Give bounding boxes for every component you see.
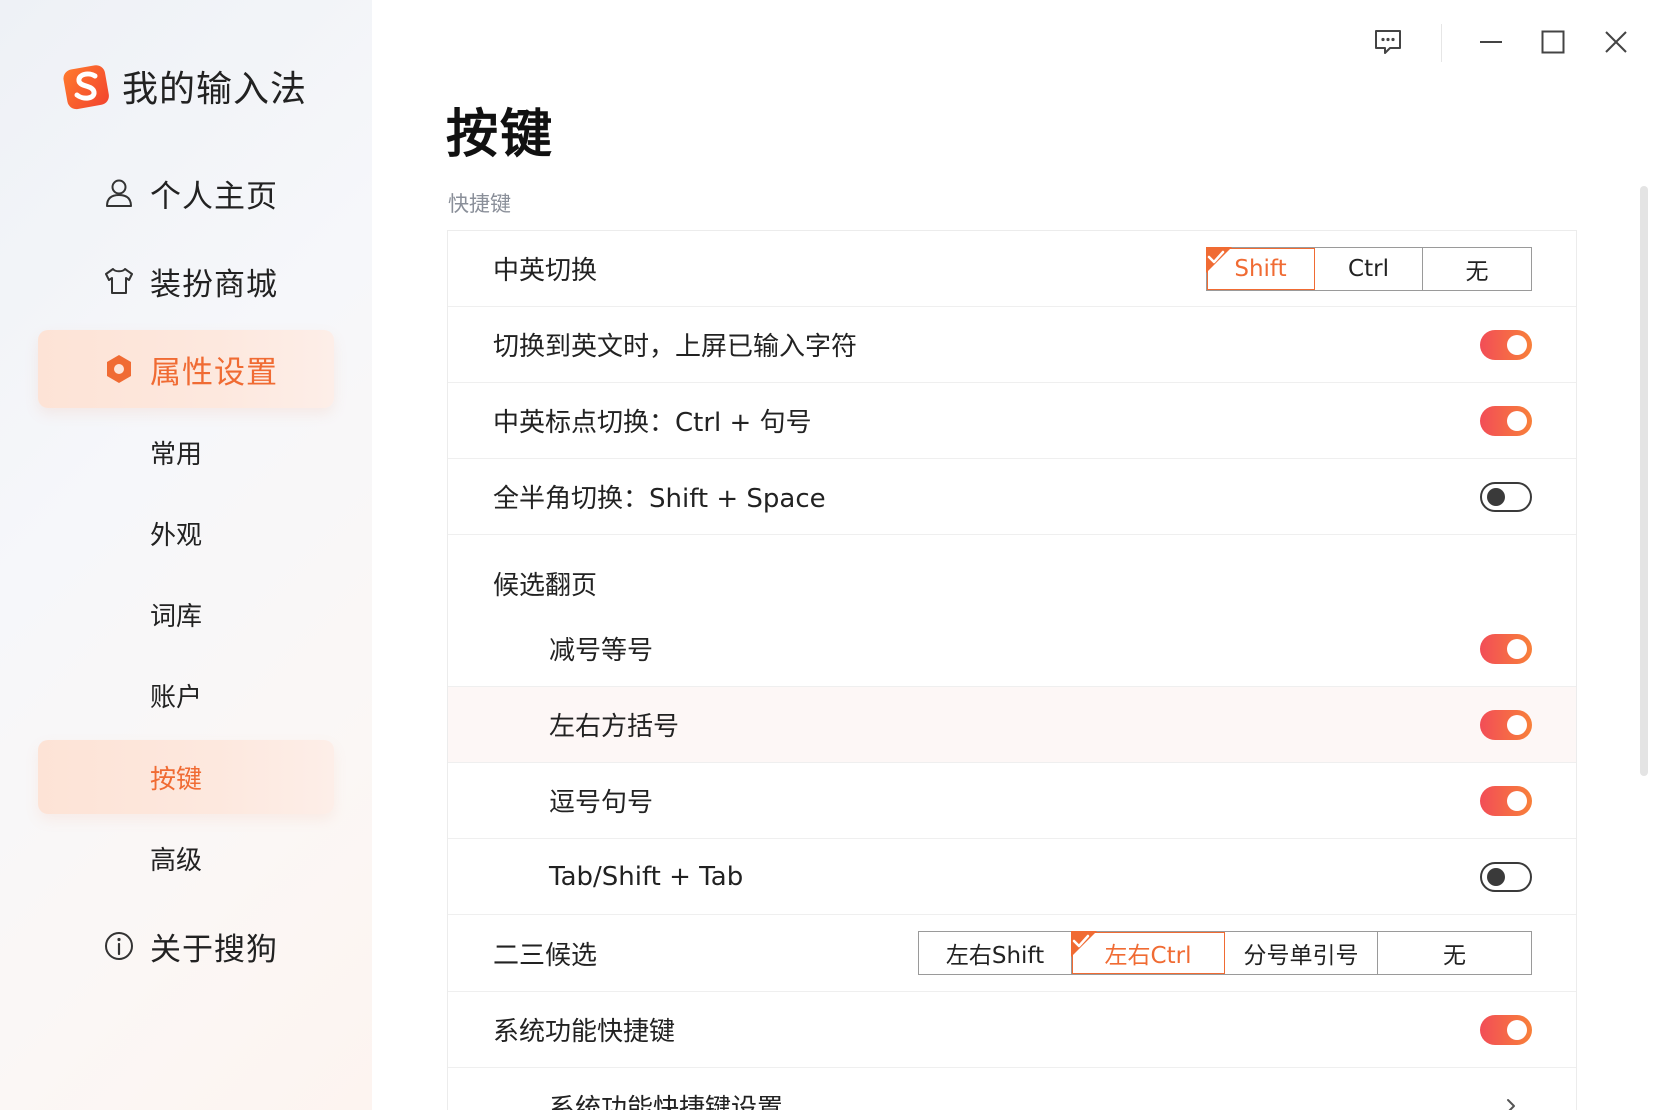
nav-item-label: 属性设置 [150, 354, 278, 391]
comma-period-toggle[interactable] [1480, 785, 1532, 816]
chevron-right-icon [1507, 1099, 1515, 1110]
maximize-icon [1541, 30, 1565, 54]
sub-item-label: 高级 [150, 845, 203, 876]
minus-equal-toggle[interactable] [1480, 633, 1532, 664]
width-switch-toggle[interactable] [1480, 481, 1532, 512]
user-icon [106, 179, 132, 207]
option-label: 左右Shift [945, 943, 1045, 969]
nav-item-label: 装扮商城 [150, 266, 278, 303]
sub-item-advanced[interactable]: 高级 [38, 821, 334, 895]
nav-item-properties[interactable]: 属性设置 [38, 330, 334, 408]
sidebar: 我的输入法 个人主页 装扮商城 属性设置 常用 外观 词库 账户 按键 高级 关… [0, 0, 372, 1110]
option-label: 分号单引号 [1243, 943, 1359, 969]
sub-item-label: 词库 [150, 601, 203, 632]
option-shift[interactable]: Shift [1206, 246, 1315, 290]
row-brackets: 左右方括号 [448, 687, 1576, 763]
sub-item-appearance[interactable]: 外观 [38, 496, 334, 570]
option-label: 无 [1465, 258, 1489, 285]
row-label: 全半角切换：Shift + Space [493, 484, 826, 514]
sys-shortcuts-toggle[interactable] [1480, 1014, 1532, 1045]
nav-item-label: 关于搜狗 [150, 931, 278, 968]
option-label: 左右Ctrl [1104, 943, 1192, 969]
sub-item-label: 按键 [150, 764, 203, 795]
group-label: 候选翻页 [493, 571, 598, 601]
settings-hex-icon [107, 355, 131, 383]
minimize-button[interactable] [1471, 22, 1511, 62]
option-label: Shift [1234, 255, 1287, 282]
row-label: 切换到英文时，上屏已输入字符 [493, 332, 858, 362]
maximize-button[interactable] [1533, 22, 1573, 62]
tab-toggle[interactable] [1480, 861, 1532, 892]
option-label: 无 [1443, 943, 1466, 969]
row-minus-equal: 减号等号 [448, 611, 1576, 687]
nav-item-profile[interactable]: 个人主页 [38, 154, 334, 232]
second-third-segmented: 左右Shift 左右Ctrl 分号单引号 无 [918, 931, 1532, 975]
row-label: 左右方括号 [549, 712, 680, 742]
row-commit-on-switch: 切换到英文时，上屏已输入字符 [448, 307, 1576, 383]
row-label: 系统功能快捷键设置 [549, 1093, 784, 1110]
row-punct-switch: 中英标点切换：Ctrl + 句号 [448, 383, 1576, 459]
row-label: 中英切换 [493, 256, 598, 286]
settings-panel: 中英切换 Shift Ctrl 无 切换到英文时，上屏已输入字符 中英标点切换：… [447, 230, 1577, 1110]
check-corner-icon [1071, 931, 1097, 957]
feedback-icon [1375, 30, 1401, 54]
sub-item-account[interactable]: 账户 [38, 658, 334, 732]
sub-item-label: 账户 [150, 682, 203, 713]
close-icon [1605, 31, 1627, 53]
close-button[interactable] [1596, 22, 1636, 62]
option-label: Ctrl [1348, 255, 1389, 282]
sub-item-dictionary[interactable]: 词库 [38, 577, 334, 651]
row-label: 系统功能快捷键 [493, 1017, 676, 1047]
row-page-turn-header: 候选翻页 [448, 535, 1576, 620]
option-left-right-shift[interactable]: 左右Shift [919, 932, 1072, 974]
row-tab: Tab/Shift + Tab [448, 839, 1576, 915]
check-corner-icon [1206, 246, 1232, 273]
row-cn-en-switch: 中英切换 Shift Ctrl 无 [448, 231, 1576, 307]
brand: 我的输入法 [62, 60, 307, 112]
brackets-toggle[interactable] [1480, 709, 1532, 740]
nav-item-about[interactable]: 关于搜狗 [38, 907, 334, 985]
nav-item-label: 个人主页 [150, 178, 278, 215]
tshirt-icon [105, 268, 133, 294]
row-label: 中英标点切换：Ctrl + 句号 [493, 408, 812, 438]
option-left-right-ctrl[interactable]: 左右Ctrl [1071, 931, 1225, 974]
cn-en-switch-segmented: Shift Ctrl 无 [1206, 246, 1532, 291]
row-second-third: 二三候选 左右Shift 左右Ctrl 分号单引号 无 [448, 915, 1576, 992]
row-label: Tab/Shift + Tab [549, 861, 744, 892]
sub-item-label: 外观 [150, 520, 203, 551]
titlebar-divider [1441, 24, 1442, 62]
page-title: 按键 [446, 105, 555, 165]
row-label: 二三候选 [493, 940, 598, 971]
sub-item-general[interactable]: 常用 [38, 415, 334, 489]
row-width-switch: 全半角切换：Shift + Space [448, 459, 1576, 535]
section-label: 快捷键 [448, 192, 511, 216]
row-label: 逗号句号 [549, 788, 654, 818]
sub-item-label: 常用 [150, 439, 203, 470]
feedback-button[interactable] [1368, 22, 1408, 62]
option-semicolon-quote[interactable]: 分号单引号 [1225, 932, 1378, 974]
row-sys-shortcuts-settings[interactable]: 系统功能快捷键设置 [448, 1068, 1576, 1110]
scrollbar[interactable] [1640, 186, 1648, 776]
minimize-icon [1480, 41, 1502, 43]
option-ctrl[interactable]: Ctrl [1315, 247, 1423, 290]
sogou-logo-icon [63, 65, 109, 110]
commit-on-switch-toggle[interactable] [1480, 329, 1532, 360]
sub-item-keys[interactable]: 按键 [38, 740, 334, 814]
app-title: 我的输入法 [122, 69, 308, 110]
info-icon [105, 932, 133, 960]
row-comma-period: 逗号句号 [448, 763, 1576, 839]
row-label: 减号等号 [549, 636, 654, 666]
option-none[interactable]: 无 [1378, 932, 1531, 974]
row-sys-shortcuts: 系统功能快捷键 [448, 992, 1576, 1068]
punct-switch-toggle[interactable] [1480, 405, 1532, 436]
nav-item-skin-store[interactable]: 装扮商城 [38, 242, 334, 320]
option-none[interactable]: 无 [1423, 247, 1531, 290]
